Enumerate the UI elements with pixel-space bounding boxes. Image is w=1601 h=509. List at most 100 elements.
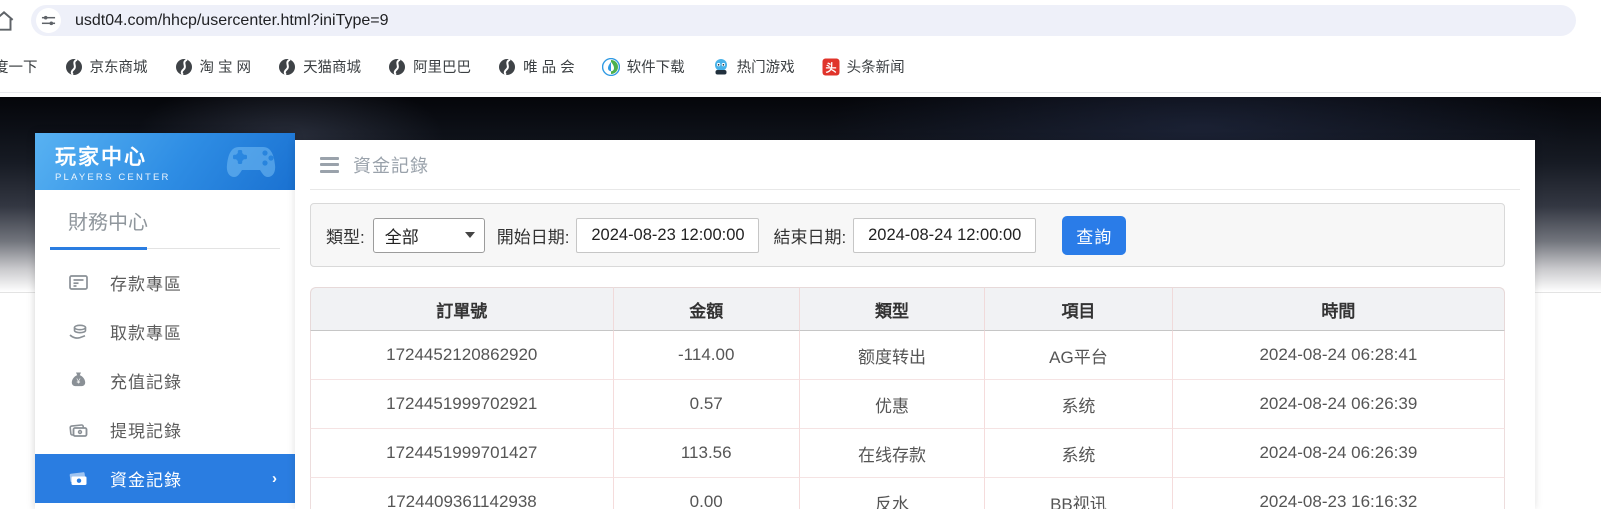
home-icon[interactable] xyxy=(0,8,17,34)
table-cell: 1724452120862920 xyxy=(310,331,614,380)
table-cell: BB视讯 xyxy=(985,478,1173,509)
sidebar-item-label: 提現記錄 xyxy=(110,422,182,441)
bookmark-label: 阿里巴巴 xyxy=(413,60,472,76)
bookmark-label: 京东商城 xyxy=(89,60,148,76)
sidebar: 玩家中心 PLAYERS CENTER 財務中心 存款專區 取款專區 ¥ 充值記… xyxy=(35,133,295,509)
bookmark-item[interactable]: 京东商城 xyxy=(65,56,148,77)
address-bar[interactable]: usdt04.com/hhcp/usercenter.html?iniType=… xyxy=(31,5,1576,36)
browser-toolbar: usdt04.com/hhcp/usercenter.html?iniType=… xyxy=(0,0,1601,41)
table-header-row: 訂單號 金額 類型 項目 時間 xyxy=(310,287,1505,331)
table-cell: 1724409361142938 xyxy=(310,478,614,509)
bookmark-item[interactable]: 阿里巴巴 xyxy=(388,56,471,77)
sidebar-item-cash-notes[interactable]: 資金記錄 › xyxy=(35,454,295,503)
table-row: 1724451999702921 0.57 优惠 系统 2024-08-24 06:26… xyxy=(310,380,1505,429)
table-cell: 优惠 xyxy=(799,380,986,429)
main-panel: 資金記錄 類型: 全部 開始日期: 結束日期: 查詢 訂單號金額類型項目時間 1… xyxy=(295,140,1535,509)
table-cell: 2024-08-24 06:26:39 xyxy=(1172,380,1505,429)
toutiao-icon: 头 xyxy=(822,58,840,76)
type-select[interactable]: 全部 xyxy=(372,217,485,253)
bookmark-label: 淘 宝 网 xyxy=(199,60,252,76)
deposit-card-icon xyxy=(68,272,89,293)
globe-icon xyxy=(175,58,193,76)
table-cell: 113.56 xyxy=(613,429,800,478)
bookmark-label: 唯 品 会 xyxy=(523,60,575,76)
column-header: 時間 xyxy=(1172,287,1505,331)
start-date-input[interactable] xyxy=(576,217,760,253)
sidebar-item-deposit-card[interactable]: 存款專區 xyxy=(35,258,295,307)
gamepad-icon xyxy=(226,147,276,177)
table-cell: 2024-08-24 06:26:39 xyxy=(1172,429,1505,478)
sidebar-item-wallet[interactable]: 提現記錄 xyxy=(35,405,295,454)
bookmark-item[interactable]: 热门游戏 xyxy=(712,56,795,77)
type-label: 類型: xyxy=(326,227,365,247)
cash-notes-icon xyxy=(68,468,89,489)
site-settings-icon[interactable] xyxy=(36,8,61,33)
table-row: 1724409361142938 0.00 反水 BB视讯 2024-08-23 16:… xyxy=(310,478,1505,509)
screen: usdt04.com/hhcp/usercenter.html?iniType=… xyxy=(0,0,1601,509)
globe-icon xyxy=(278,58,296,76)
table-cell: -114.00 xyxy=(613,331,800,380)
globe-icon xyxy=(65,58,83,76)
withdraw-hand-icon xyxy=(68,321,89,342)
content-header: 資金記錄 xyxy=(310,140,1520,190)
sidebar-item-label: 資金記錄 xyxy=(110,471,182,490)
end-date-input[interactable] xyxy=(853,217,1037,253)
table-cell: 系统 xyxy=(985,429,1173,478)
chevron-down-icon xyxy=(464,231,475,238)
sidebar-menu: 存款專區 取款專區 ¥ 充值記錄 提現記錄 資金記錄 › xyxy=(35,258,295,503)
bookmark-label: 热门游戏 xyxy=(736,60,795,76)
column-header: 類型 xyxy=(799,287,986,331)
wallet-icon xyxy=(68,419,89,440)
table-cell: AG平台 xyxy=(985,331,1173,380)
table-cell: 0.00 xyxy=(613,478,800,509)
hamburger-icon[interactable] xyxy=(320,156,339,173)
table-cell: 2024-08-23 16:16:32 xyxy=(1172,478,1505,509)
table-cell: 1724451999701427 xyxy=(310,429,614,478)
bookmark-label: 天猫商城 xyxy=(303,60,362,76)
sidebar-item-label: 充值記錄 xyxy=(110,373,182,392)
funds-record-table: 訂單號 金額 類型 項目 時間 1724452120862920 -114.00 额度转出 A… xyxy=(310,287,1505,509)
table-row: 1724451999701427 113.56 在线存款 系统 2024-08-24 0… xyxy=(310,429,1505,478)
bookmark-item[interactable]: 度一下 xyxy=(0,56,38,77)
column-header: 金額 xyxy=(613,287,800,331)
table-cell: 额度转出 xyxy=(799,331,986,380)
table-row: 1724452120862920 -114.00 额度转出 AG平台 2024-08-2… xyxy=(310,331,1505,380)
column-header: 訂單號 xyxy=(310,287,614,331)
chevron-right-icon: › xyxy=(272,470,277,487)
table-cell: 系统 xyxy=(985,380,1173,429)
start-date-label: 開始日期: xyxy=(496,227,570,247)
sidebar-item-label: 取款專區 xyxy=(110,324,182,343)
type-select-value: 全部 xyxy=(384,227,419,247)
bookmarks-bar: 度一下 京东商城 淘 宝 网 天猫商城 阿里巴巴 唯 品 会 软件下载 热门游戏… xyxy=(0,41,1601,93)
players-center-header: 玩家中心 PLAYERS CENTER xyxy=(35,133,295,190)
bookmark-item[interactable]: 软件下载 xyxy=(601,56,685,77)
bookmark-label: 头条新闻 xyxy=(846,60,905,76)
column-header: 項目 xyxy=(985,287,1173,331)
sidebar-item-withdraw-hand[interactable]: 取款專區 xyxy=(35,307,295,356)
page-title: 資金記錄 xyxy=(353,155,429,176)
url-text[interactable]: usdt04.com/hhcp/usercenter.html?iniType=… xyxy=(75,12,389,30)
sidebar-item-label: 存款專區 xyxy=(110,275,182,294)
globe-icon xyxy=(388,58,406,76)
bookmark-item[interactable]: 天猫商城 xyxy=(278,56,361,77)
table-cell: 0.57 xyxy=(613,380,800,429)
money-bag-icon: ¥ xyxy=(68,370,89,391)
globe-icon xyxy=(498,58,516,76)
bookmark-item[interactable]: 头 头条新闻 xyxy=(822,56,905,77)
bookmark-item[interactable]: 淘 宝 网 xyxy=(175,56,252,77)
svg-text:¥: ¥ xyxy=(77,379,81,386)
table-cell: 1724451999702921 xyxy=(310,380,614,429)
table-cell: 在线存款 xyxy=(799,429,986,478)
search-button[interactable]: 查詢 xyxy=(1062,215,1127,255)
table-cell: 2024-08-24 06:28:41 xyxy=(1172,331,1505,380)
game-robot-icon xyxy=(712,58,730,76)
finance-section-title: 財務中心 xyxy=(68,212,148,234)
table-cell: 反水 xyxy=(799,478,986,509)
download-drop-icon xyxy=(601,57,620,76)
svg-text:头: 头 xyxy=(825,60,836,74)
bookmark-item[interactable]: 唯 品 会 xyxy=(498,56,575,77)
section-underline xyxy=(50,247,280,250)
bookmark-label: 软件下载 xyxy=(626,60,685,76)
sidebar-item-money-bag[interactable]: ¥ 充值記錄 xyxy=(35,356,295,405)
end-date-label: 結束日期: xyxy=(773,227,847,247)
